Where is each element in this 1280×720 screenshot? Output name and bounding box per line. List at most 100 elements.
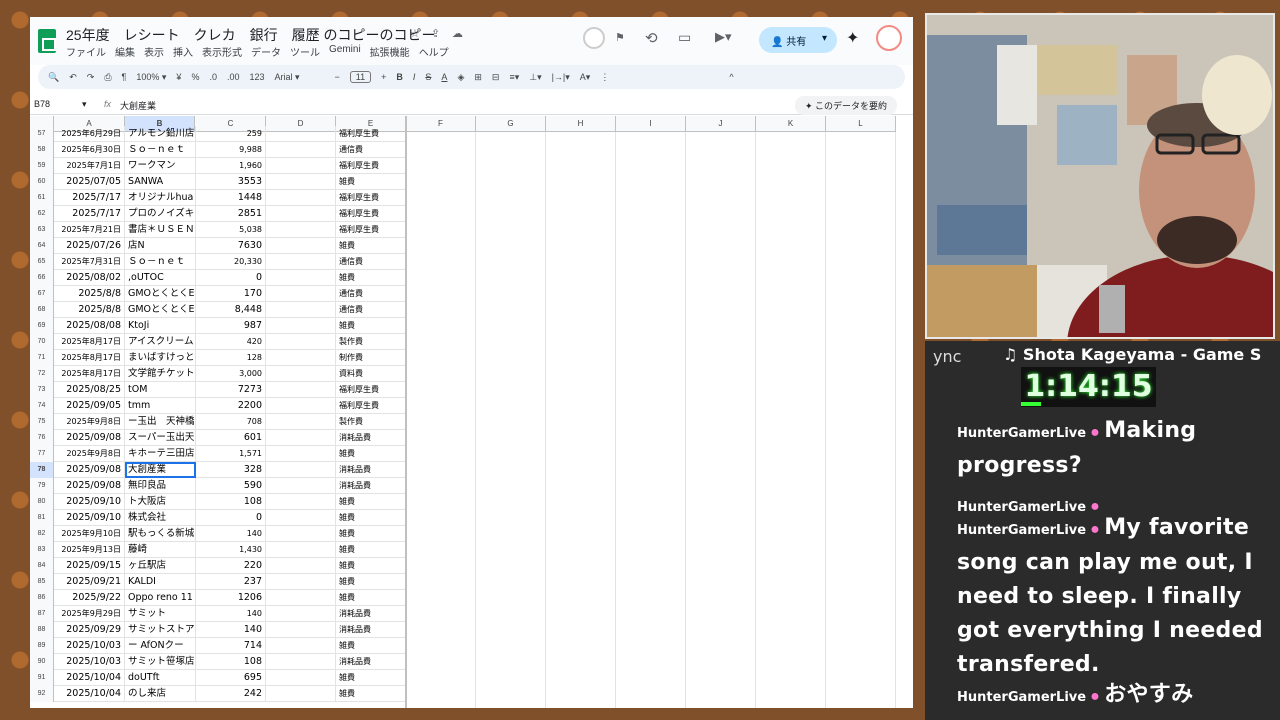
search-menus-icon[interactable]: 🔍 — [48, 72, 59, 83]
cell-e[interactable]: 資料費 — [336, 366, 406, 382]
cell-b[interactable]: 店N — [125, 238, 196, 254]
cell-c[interactable]: 2200 — [196, 398, 266, 414]
cell-a[interactable]: 2025年9月10日 — [54, 526, 125, 542]
borders-icon[interactable]: ⊞ — [474, 72, 482, 83]
cell-e[interactable]: 通信費 — [336, 286, 406, 302]
row-header[interactable]: 74 — [30, 398, 54, 414]
row-header[interactable]: 83 — [30, 542, 54, 558]
row-header[interactable]: 71 — [30, 350, 54, 366]
cell-e[interactable]: 雑費 — [336, 670, 406, 686]
row-header[interactable]: 90 — [30, 654, 54, 670]
cell-d[interactable] — [266, 206, 336, 222]
row-header[interactable]: 70 — [30, 334, 54, 350]
cell-b[interactable]: KALDI — [125, 574, 196, 590]
cell-e[interactable]: 消耗品費 — [336, 478, 406, 494]
cell-a[interactable]: 2025/09/08 — [54, 462, 125, 478]
cell-a[interactable]: 2025/10/03 — [54, 638, 125, 654]
cell-b[interactable]: 藤崎 — [125, 542, 196, 558]
cell-c[interactable]: 3553 — [196, 174, 266, 190]
row-header[interactable]: 78 — [30, 462, 54, 478]
cell-c[interactable]: 3,000 — [196, 366, 266, 382]
cell-e[interactable]: 雑費 — [336, 238, 406, 254]
cell-b[interactable]: Oppo reno 11 p — [125, 590, 196, 606]
cell-e[interactable]: 福利厚生費 — [336, 206, 406, 222]
menu-item[interactable]: 表示 — [144, 44, 164, 59]
cell-c[interactable]: 708 — [196, 414, 266, 430]
cell-c[interactable]: 1206 — [196, 590, 266, 606]
cell-b[interactable]: オリジナルhua — [125, 190, 196, 206]
cell-d[interactable] — [266, 398, 336, 414]
column-header[interactable]: F — [406, 116, 476, 132]
cell-c[interactable]: 140 — [196, 606, 266, 622]
cell-a[interactable]: 2025/09/08 — [54, 478, 125, 494]
cell-e[interactable]: 雑費 — [336, 638, 406, 654]
cell-a[interactable]: 2025年8月17日 — [54, 350, 125, 366]
cell-d[interactable] — [266, 542, 336, 558]
history-icon[interactable]: ⟲ — [645, 29, 658, 47]
cell-a[interactable]: 2025年8月17日 — [54, 334, 125, 350]
cell-d[interactable] — [266, 478, 336, 494]
cell-c[interactable]: 7273 — [196, 382, 266, 398]
cell-e[interactable]: 雑費 — [336, 686, 406, 702]
cell-e[interactable]: 雑費 — [336, 558, 406, 574]
wrap-icon[interactable]: |→|▾ — [552, 72, 570, 83]
cell-c[interactable]: 108 — [196, 494, 266, 510]
percent-button[interactable]: % — [191, 72, 199, 82]
cell-e[interactable]: 通信費 — [336, 142, 406, 158]
move-icon[interactable]: ⇪ — [431, 27, 440, 40]
cell-c[interactable]: 170 — [196, 286, 266, 302]
cell-d[interactable] — [266, 302, 336, 318]
bold-icon[interactable]: B — [396, 72, 403, 82]
cell-c[interactable]: 1,960 — [196, 158, 266, 174]
cell-e[interactable]: 消耗品費 — [336, 462, 406, 478]
cell-e[interactable]: 通信費 — [336, 254, 406, 270]
cell-c[interactable]: 259 — [196, 126, 266, 142]
paint-format-icon[interactable]: ¶ — [122, 72, 127, 82]
cell-c[interactable]: 9,988 — [196, 142, 266, 158]
cell-c[interactable]: 1448 — [196, 190, 266, 206]
cell-d[interactable] — [266, 222, 336, 238]
row-header[interactable]: 84 — [30, 558, 54, 574]
cell-d[interactable] — [266, 238, 336, 254]
cell-d[interactable] — [266, 254, 336, 270]
cell-a[interactable]: 2025/08/08 — [54, 318, 125, 334]
row-header[interactable]: 91 — [30, 670, 54, 686]
cell-d[interactable] — [266, 462, 336, 478]
cell-d[interactable] — [266, 126, 336, 142]
menu-item[interactable]: Gemini — [329, 44, 361, 59]
cell-a[interactable]: 2025年6月29日 — [54, 126, 125, 142]
cell-c[interactable]: 8,448 — [196, 302, 266, 318]
share-button[interactable]: 👤 共有 ▾ — [759, 27, 837, 53]
cell-d[interactable] — [266, 414, 336, 430]
share-dropdown-icon[interactable]: ▾ — [822, 33, 827, 44]
cell-b[interactable]: GMOとくとくE — [125, 286, 196, 302]
text-color-icon[interactable]: A — [441, 72, 447, 82]
menu-item[interactable]: ヘルプ — [419, 44, 449, 59]
cell-d[interactable] — [266, 366, 336, 382]
cell-e[interactable]: 雑費 — [336, 542, 406, 558]
cell-e[interactable]: 福利厚生費 — [336, 190, 406, 206]
cell-a[interactable]: 2025年9月8日 — [54, 446, 125, 462]
cell-b[interactable]: 書店＊ＵＳＥＮ — [125, 222, 196, 238]
cell-d[interactable] — [266, 430, 336, 446]
row-header[interactable]: 88 — [30, 622, 54, 638]
row-header[interactable]: 81 — [30, 510, 54, 526]
cell-a[interactable]: 2025/8/8 — [54, 286, 125, 302]
row-header[interactable]: 92 — [30, 686, 54, 702]
account-avatar[interactable] — [876, 25, 902, 51]
cell-c[interactable]: 5,038 — [196, 222, 266, 238]
row-header[interactable]: 59 — [30, 158, 54, 174]
cell-d[interactable] — [266, 526, 336, 542]
cell-c[interactable]: 590 — [196, 478, 266, 494]
cell-c[interactable]: 20,330 — [196, 254, 266, 270]
cell-d[interactable] — [266, 190, 336, 206]
sheets-logo-icon[interactable] — [38, 29, 56, 53]
column-header[interactable]: G — [476, 116, 546, 132]
row-header[interactable]: 73 — [30, 382, 54, 398]
column-header[interactable]: L — [826, 116, 896, 132]
cell-e[interactable]: 福利厚生費 — [336, 158, 406, 174]
menu-item[interactable]: 編集 — [115, 44, 135, 59]
cell-d[interactable] — [266, 654, 336, 670]
cell-a[interactable]: 2025/09/10 — [54, 494, 125, 510]
cell-c[interactable]: 987 — [196, 318, 266, 334]
